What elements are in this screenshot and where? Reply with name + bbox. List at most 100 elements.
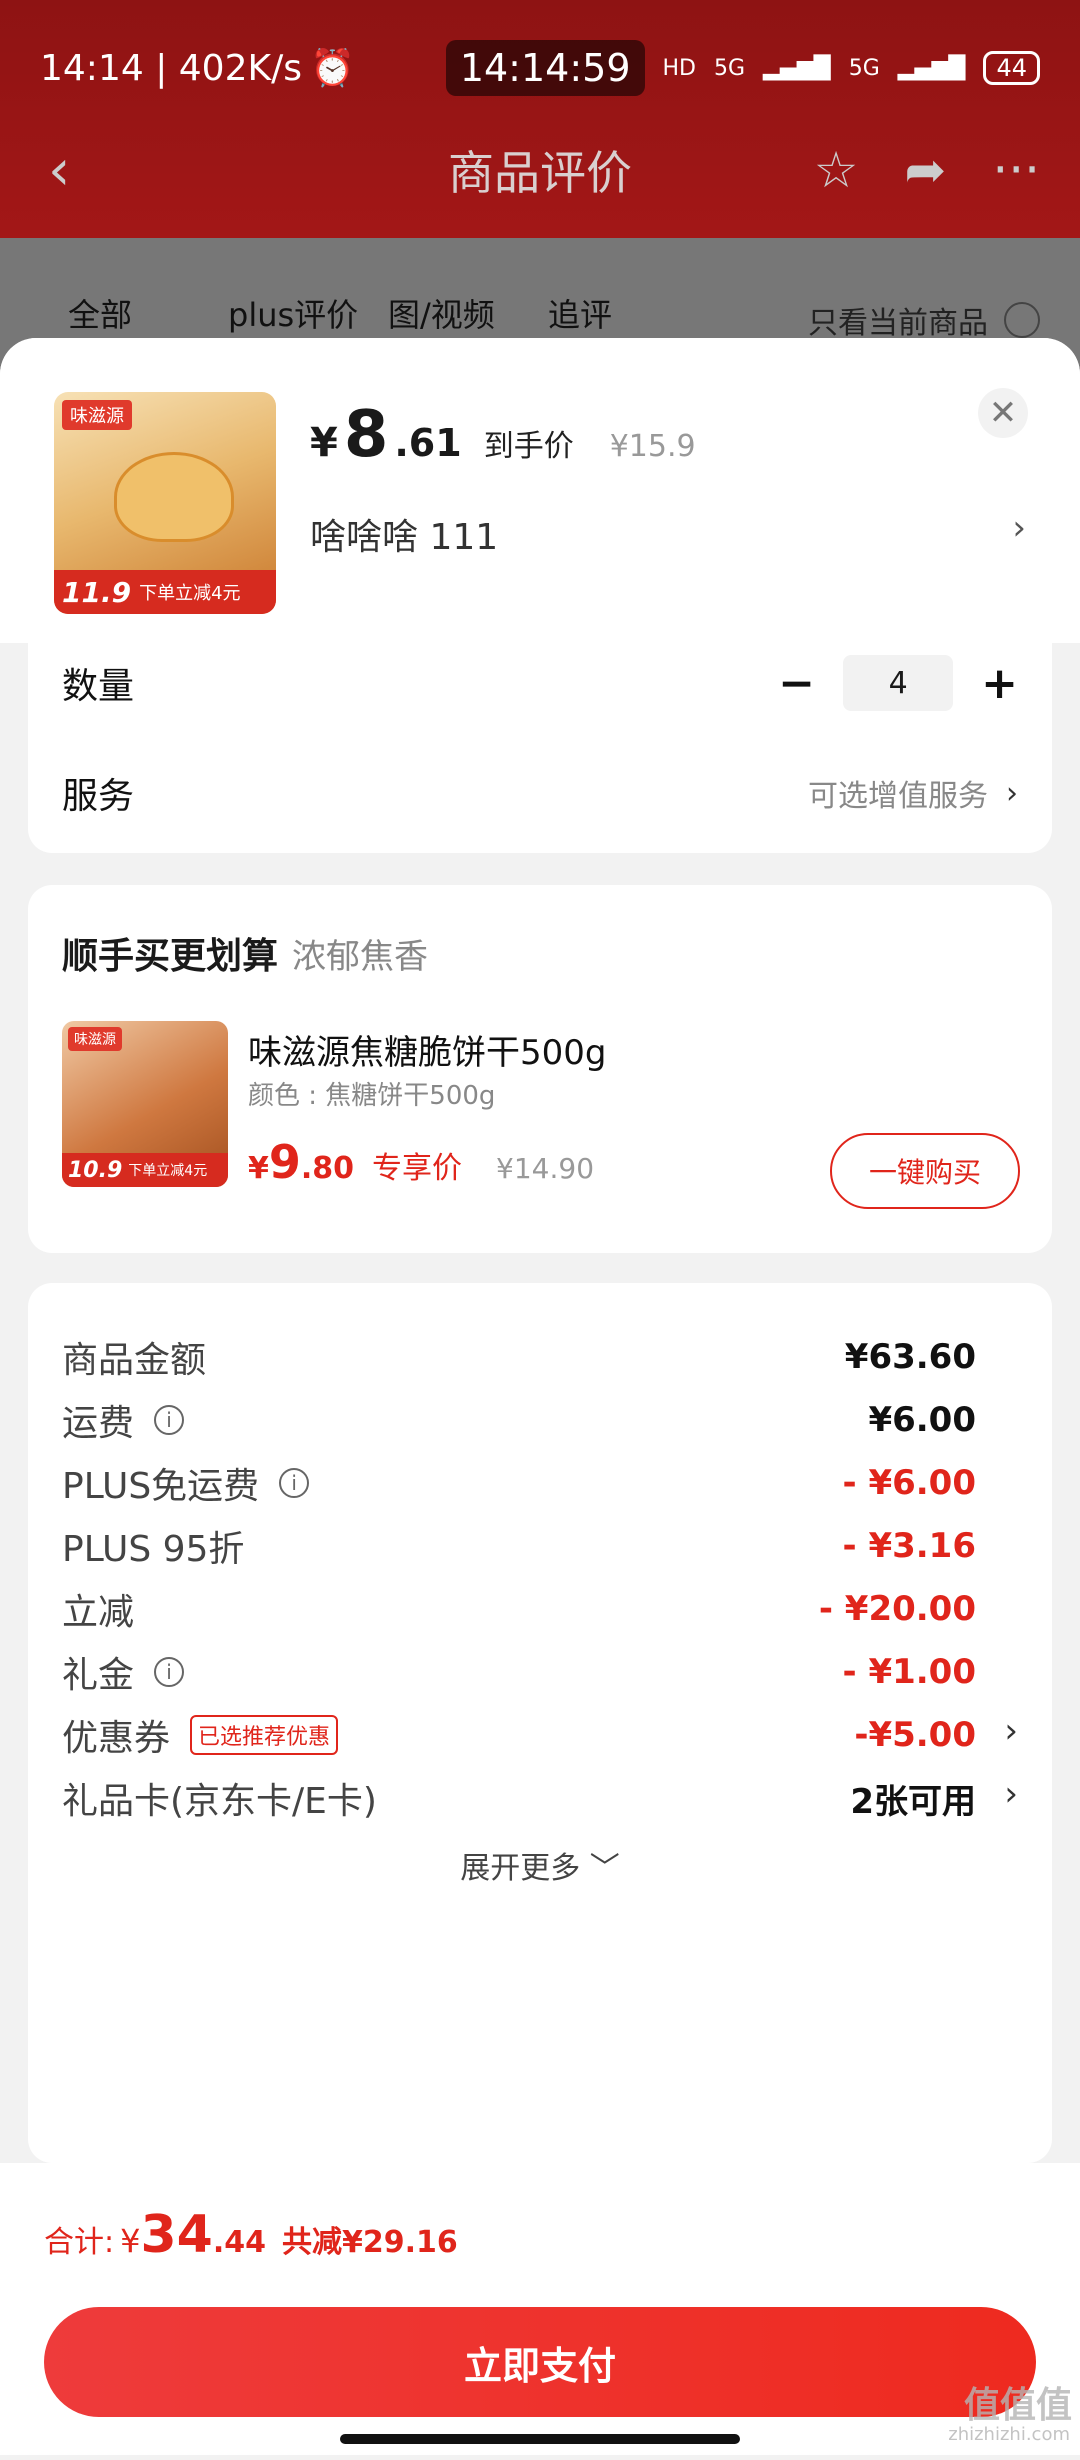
coupon-tag: 已选推荐优惠 xyxy=(190,1715,339,1755)
radio-icon[interactable] xyxy=(1004,302,1040,338)
fee-label: 商品金额 xyxy=(62,1340,207,1381)
product-image: 味滋源 11.9 下单立减4元 xyxy=(54,392,276,614)
image-price-tag: 10.9 下单立减4元 xyxy=(62,1153,228,1187)
product-price: ¥ 8 .61 到手价 ¥15.9 xyxy=(310,398,696,472)
coupon-value: -¥5.00 xyxy=(854,1715,976,1755)
image-tag-price: 11.9 xyxy=(62,575,132,609)
plus-button[interactable]: + xyxy=(981,658,1018,709)
checkout-bar: 合计: ¥ 34 .44 共减¥29.16 立即支付 xyxy=(0,2163,1080,2455)
minus-button[interactable]: − xyxy=(778,658,815,709)
fee-value: - ¥20.00 xyxy=(818,1589,976,1629)
fee-label: 礼金 xyxy=(62,1655,135,1696)
fee-row: 运费 i ¥6.00 xyxy=(62,1390,976,1450)
alarm-icon: ⏰ xyxy=(309,48,355,89)
total-integer: 34 xyxy=(140,2205,213,2265)
status-time-speed: 14:14 | 402K/s xyxy=(40,47,302,89)
info-icon[interactable]: i xyxy=(154,1657,185,1687)
fee-breakdown-card: 商品金额 ¥63.60 运费 i ¥6.00 PLUS免运费 i - ¥6.00 P… xyxy=(28,1283,1052,2163)
signal-5g-icon: 5G xyxy=(713,55,746,81)
product-spec[interactable]: 啥啥啥 111 xyxy=(310,508,498,560)
tab-all[interactable]: 全部 xyxy=(68,290,228,336)
status-bar: 14:14 | 402K/s ⏰ 14:14:59 HD 5G ▂▄▆█ 5G … xyxy=(40,40,1040,96)
tab-plus[interactable]: plus评价 xyxy=(228,290,388,336)
image-tag-price: 10.9 xyxy=(68,1157,123,1183)
share-icon[interactable]: ➦ xyxy=(904,141,946,199)
fee-label: PLUS 95折 xyxy=(62,1529,245,1570)
fee-value: - ¥3.16 xyxy=(842,1526,977,1566)
fee-label: PLUS免运费 xyxy=(62,1466,260,1507)
only-current-label: 只看当前商品 xyxy=(808,306,988,341)
service-label: 服务 xyxy=(62,776,135,817)
price-decimal: .61 xyxy=(394,421,462,465)
total-label: 合计: xyxy=(44,2225,115,2260)
upsell-title-text: 顺手买更划算 xyxy=(62,936,279,977)
fee-row: 立减 - ¥20.00 xyxy=(62,1579,976,1639)
upsell-card: 顺手买更划算 浓郁焦香 味滋源 10.9 下单立减4元 味滋源焦糖脆饼干500g… xyxy=(28,885,1052,1253)
fee-row: PLUS 95折 - ¥3.16 xyxy=(62,1516,976,1576)
pay-now-button[interactable]: 立即支付 xyxy=(44,2307,1036,2417)
cake-illustration xyxy=(114,452,234,542)
fee-label: 运费 xyxy=(62,1403,135,1444)
service-value: 可选增值服务 xyxy=(808,779,988,814)
header-background: 14:14 | 402K/s ⏰ 14:14:59 HD 5G ▂▄▆█ 5G … xyxy=(0,0,1080,238)
giftcard-value: 2张可用 xyxy=(850,1781,976,1822)
upsell-variant: 颜色 : 焦糖饼干500g xyxy=(248,1081,496,1111)
brand-badge: 味滋源 xyxy=(62,400,132,430)
yen-symbol: ¥ xyxy=(120,2222,141,2260)
floating-clock: 14:14:59 xyxy=(445,40,645,96)
fee-row: 礼金 i - ¥1.00 xyxy=(62,1642,976,1702)
quantity-stepper: − 4 + xyxy=(778,655,1018,711)
chevron-right-icon[interactable]: › xyxy=(1004,1711,1018,1751)
info-icon[interactable]: i xyxy=(279,1468,310,1498)
chevron-right-icon[interactable]: › xyxy=(1004,1774,1018,1814)
home-indicator[interactable] xyxy=(340,2434,740,2444)
quantity-row: 数量 − 4 + xyxy=(62,643,1018,723)
close-icon[interactable]: ✕ xyxy=(978,388,1028,438)
original-price: ¥14.90 xyxy=(496,1152,595,1185)
tab-media[interactable]: 图/视频 xyxy=(388,290,548,336)
total-saved: 共减¥29.16 xyxy=(282,2225,458,2260)
signal-bars-icon-2: ▂▄▆█ xyxy=(897,55,966,81)
fee-value: - ¥6.00 xyxy=(842,1463,977,1503)
signal-5g-icon-2: 5G xyxy=(848,55,880,81)
nav-bar: ‹ 商品评价 ☆ ➦ ··· xyxy=(0,130,1080,210)
upsell-title: 顺手买更划算 浓郁焦香 xyxy=(62,927,428,979)
upsell-price: ¥ 9 .80 专享价 ¥14.90 xyxy=(248,1135,594,1189)
checkout-sheet: 味滋源 11.9 下单立减4元 ¥ 8 .61 到手价 ¥15.9 啥啥啥 11… xyxy=(0,338,1080,2460)
quantity-label: 数量 xyxy=(62,666,135,707)
fee-value: - ¥1.00 xyxy=(842,1652,977,1692)
star-icon[interactable]: ☆ xyxy=(814,141,859,199)
service-row[interactable]: 服务 可选增值服务 › xyxy=(62,763,1018,823)
image-price-tag: 11.9 下单立减4元 xyxy=(54,570,276,614)
hd-icon: HD xyxy=(662,55,696,81)
only-current-toggle[interactable]: 只看当前商品 xyxy=(808,298,1040,342)
image-tag-text: 下单立减4元 xyxy=(139,583,241,604)
chevron-right-icon[interactable]: › xyxy=(1012,508,1026,548)
expand-more-button[interactable]: 展开更多 ﹀ xyxy=(28,1843,1052,1887)
one-click-buy-button[interactable]: 一键购买 xyxy=(830,1133,1020,1209)
price-integer: 8 xyxy=(343,398,389,472)
watermark: 值值值 xyxy=(963,2385,1072,2426)
more-icon[interactable]: ··· xyxy=(992,141,1040,199)
brand-badge: 味滋源 xyxy=(68,1027,122,1051)
fee-value: ¥63.60 xyxy=(844,1337,976,1377)
quantity-input[interactable]: 4 xyxy=(843,655,954,711)
chevron-right-icon: › xyxy=(1006,775,1018,811)
info-icon[interactable]: i xyxy=(154,1405,185,1435)
image-tag-text: 下单立减4元 xyxy=(128,1163,208,1179)
product-header: 味滋源 11.9 下单立减4元 ¥ 8 .61 到手价 ¥15.9 啥啥啥 11… xyxy=(0,338,1080,643)
giftcard-row[interactable]: 礼品卡(京东卡/E卡) 2张可用 xyxy=(62,1768,976,1828)
upsell-name[interactable]: 味滋源焦糖脆饼干500g xyxy=(248,1025,606,1074)
total-decimal: .44 xyxy=(212,2225,266,2260)
total-amount: 合计: ¥ 34 .44 共减¥29.16 xyxy=(44,2205,458,2265)
coupon-row[interactable]: 优惠券 已选推荐优惠 -¥5.00 xyxy=(62,1705,976,1765)
quantity-service-card: 数量 − 4 + 服务 可选增值服务 › xyxy=(28,643,1052,853)
yen-symbol: ¥ xyxy=(310,420,338,466)
tab-follow[interactable]: 追评 xyxy=(548,290,708,336)
watermark-url: zhizhizhi.com xyxy=(948,2424,1070,2445)
yen-symbol: ¥ xyxy=(248,1151,269,1186)
coupon-label: 优惠券 xyxy=(62,1718,171,1759)
upsell-image[interactable]: 味滋源 10.9 下单立减4元 xyxy=(62,1021,228,1187)
giftcard-label: 礼品卡(京东卡/E卡) xyxy=(62,1781,377,1822)
fee-value: ¥6.00 xyxy=(868,1400,976,1440)
